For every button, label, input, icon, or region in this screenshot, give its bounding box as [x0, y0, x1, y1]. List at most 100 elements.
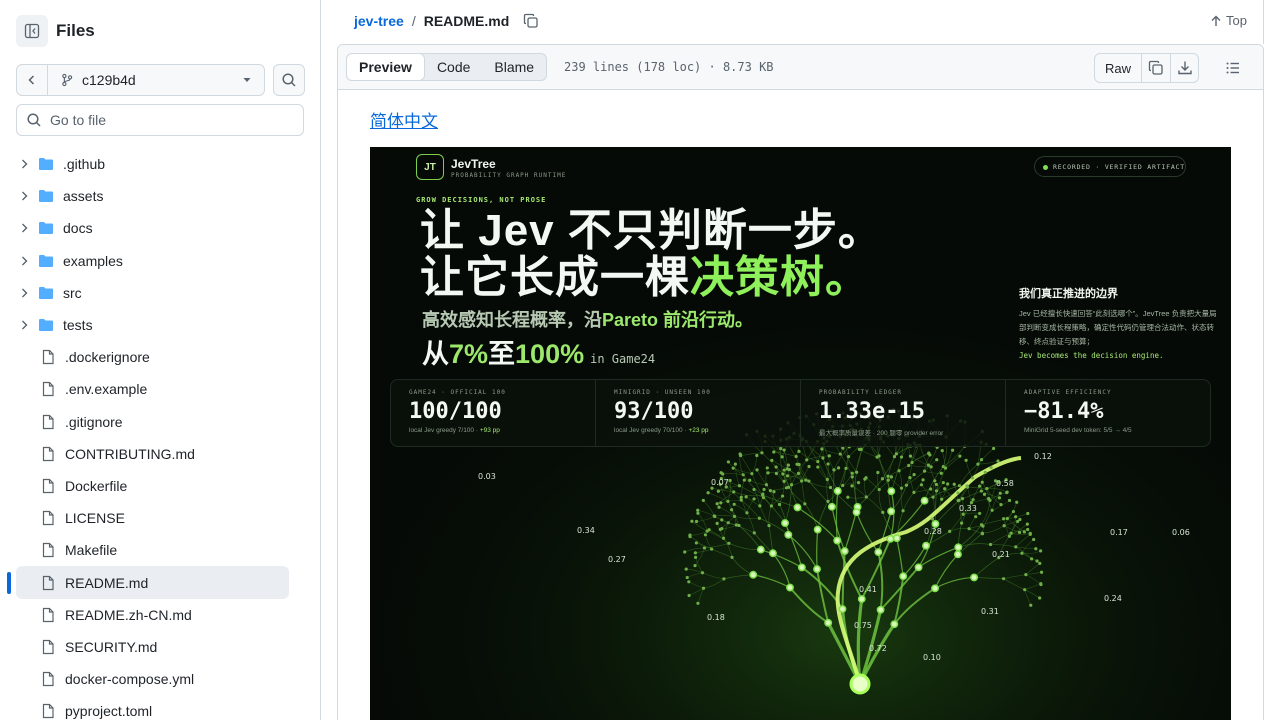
tree-folder[interactable]: examples [16, 245, 289, 277]
tree-node [800, 479, 804, 483]
file-icon [42, 511, 54, 526]
chinese-readme-link[interactable]: 简体中文 [370, 112, 438, 131]
download-button[interactable] [1170, 54, 1198, 82]
search-icon [282, 73, 296, 87]
tree-node [904, 483, 909, 487]
go-to-file-input[interactable] [50, 112, 290, 128]
back-button[interactable] [17, 65, 48, 95]
tree-folder[interactable]: docs [16, 212, 289, 244]
jevtree-logo: JT [416, 154, 444, 180]
tree-node [953, 550, 962, 559]
folder-icon [39, 158, 53, 171]
tree-node [876, 605, 885, 614]
expand-toggle[interactable] [16, 287, 32, 299]
stat-label: GAME24 · OFFICIAL 100 [409, 389, 506, 396]
sidebar-collapse-icon [24, 23, 40, 39]
outline-button[interactable] [1219, 55, 1247, 81]
tree-node [1035, 559, 1039, 563]
tree-item-icon [40, 510, 56, 526]
expand-toggle[interactable] [16, 190, 32, 202]
stat-card: PROBABILITY LEDGER 1.33e-15 最大概率质量误差 · 2… [801, 380, 1006, 446]
banner-tagline: GROW DECISIONS, NOT PROSE [416, 196, 547, 204]
selected-indicator [7, 572, 11, 595]
tree-file[interactable]: Dockerfile [16, 470, 289, 502]
expand-toggle[interactable] [16, 319, 32, 331]
branch-selector[interactable]: c129b4d [48, 65, 264, 95]
tree-node [756, 545, 765, 554]
tree-node [690, 519, 694, 523]
stat-value: 100/100 [409, 399, 502, 424]
expand-toggle[interactable] [16, 255, 32, 267]
tree-file[interactable]: CONTRIBUTING.md [16, 438, 289, 470]
tree-node [894, 452, 898, 456]
tree-node [857, 447, 861, 451]
folder-icon [39, 222, 53, 235]
expand-toggle[interactable] [16, 222, 32, 234]
tree-file[interactable]: pyproject.toml [16, 695, 289, 720]
tree-node [738, 453, 743, 458]
copy-path-icon[interactable] [523, 13, 539, 29]
tree-node [1016, 519, 1020, 524]
tree-node [928, 453, 932, 457]
banner-result: 从7%至100% in Game24 [422, 332, 655, 371]
file-icon [42, 543, 54, 558]
root-node [849, 673, 871, 695]
go-to-file-field[interactable] [16, 104, 304, 136]
tree-node [1007, 498, 1012, 503]
collapse-sidebar-button[interactable] [16, 15, 48, 47]
tree-item-icon [40, 478, 56, 494]
tree-file[interactable]: .dockerignore [16, 341, 289, 373]
side-body-highlight: Jev becomes the decision engine. [1019, 351, 1164, 360]
tab-blame[interactable]: Blame [482, 54, 546, 80]
tree-item-icon [40, 381, 56, 397]
tree-node [876, 470, 880, 475]
tree-item-label: .github [63, 156, 106, 173]
banner-brand-name: JevTree [451, 157, 496, 171]
tree-node [762, 487, 766, 492]
tree-folder[interactable]: assets [16, 180, 289, 212]
probability-label: 0.58 [996, 479, 1014, 488]
tree-node [737, 523, 741, 528]
copy-button[interactable] [1142, 54, 1170, 82]
file-icon [42, 446, 54, 461]
tree-folder[interactable]: src [16, 277, 289, 309]
tree-node [688, 533, 692, 537]
tree-folder[interactable]: .github [16, 148, 289, 180]
tree-node [961, 512, 965, 516]
tree-file[interactable]: LICENSE [16, 502, 289, 534]
chevron-right-icon [22, 288, 28, 298]
tree-file[interactable]: Makefile [16, 534, 289, 566]
probability-label: 0.06 [1172, 528, 1190, 537]
tree-folder[interactable]: tests [16, 309, 289, 341]
tree-node [720, 518, 724, 522]
repo-link[interactable]: jev-tree [354, 13, 404, 29]
raw-button[interactable]: Raw [1095, 54, 1142, 82]
stat-label: PROBABILITY LEDGER [819, 389, 903, 396]
tree-node [956, 498, 960, 503]
tab-code[interactable]: Code [425, 54, 482, 80]
tree-node [782, 448, 786, 452]
tree-file[interactable]: .env.example [16, 373, 289, 405]
tree-node [943, 466, 948, 470]
expand-toggle[interactable] [16, 158, 32, 170]
tree-file[interactable]: docker-compose.yml [16, 663, 289, 695]
stat-label: MINIGRID · UNSEEN 100 [614, 389, 711, 396]
top-button[interactable]: Top [1210, 13, 1247, 28]
tree-node [989, 465, 993, 470]
stat-card: ADAPTIVE EFFICIENCY −81.4% MiniGrid 5-se… [1006, 380, 1210, 446]
tree-file[interactable]: README.zh-CN.md [16, 599, 289, 631]
tree-node [683, 550, 687, 554]
tree-file[interactable]: .gitignore [16, 406, 289, 438]
folder-icon [39, 319, 53, 332]
tab-preview[interactable]: Preview [346, 53, 425, 81]
tree-node [825, 477, 829, 482]
file-meta: 239 lines (178 loc) · 8.73 KB [564, 60, 774, 74]
tree-node [958, 454, 962, 458]
tree-file[interactable]: README.md [7, 566, 289, 599]
search-button[interactable] [273, 64, 305, 96]
tree-node [693, 551, 698, 555]
tree-node [716, 489, 720, 493]
tree-file[interactable]: SECURITY.md [16, 631, 289, 663]
tree-node [816, 459, 820, 464]
file-icon [42, 639, 54, 655]
